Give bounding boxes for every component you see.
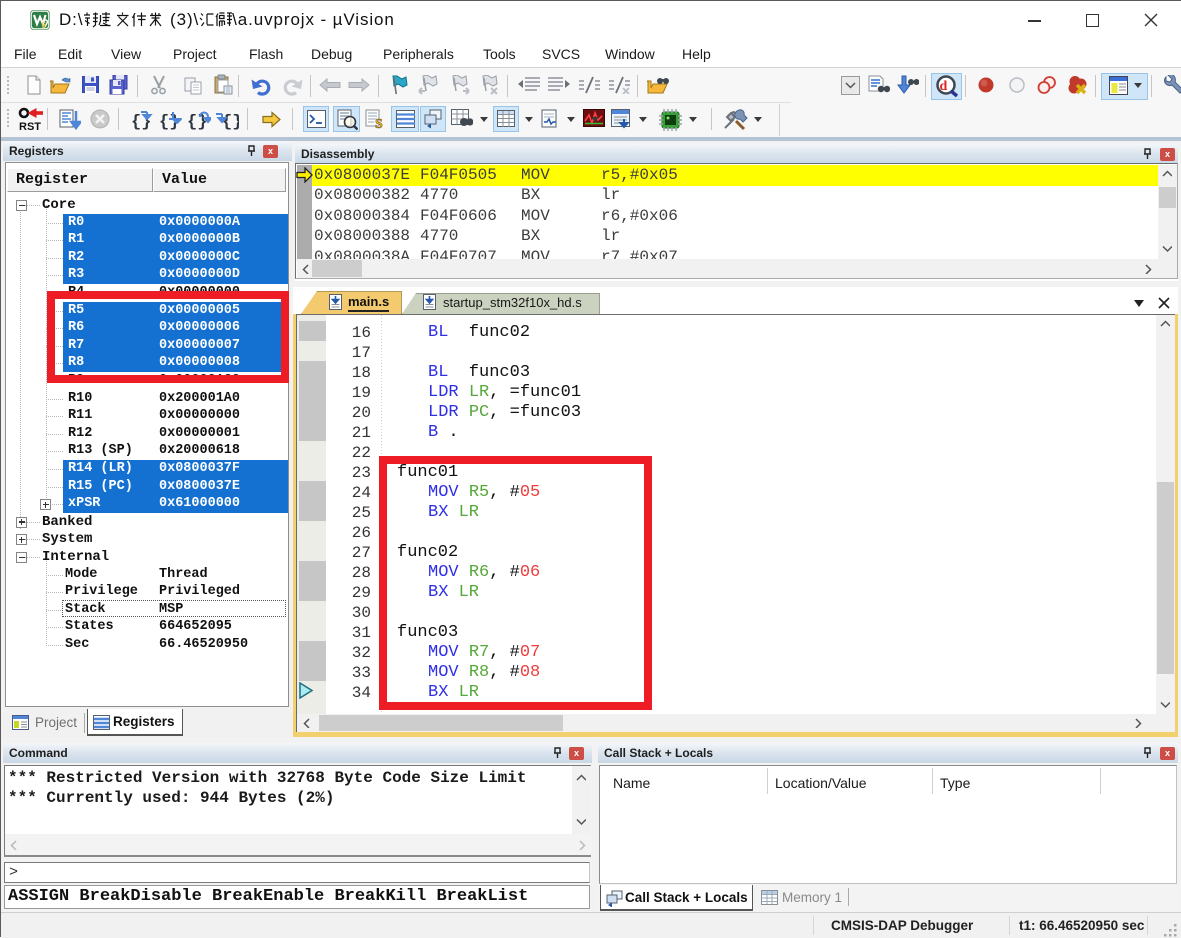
svg-text:{}: {}	[222, 113, 239, 131]
svg-text:d: d	[940, 79, 948, 94]
svg-text:RST: RST	[19, 121, 41, 132]
svg-text:{}: {}	[187, 113, 207, 131]
svg-text:5: 5	[42, 21, 47, 30]
svg-text:S: S	[375, 117, 383, 130]
